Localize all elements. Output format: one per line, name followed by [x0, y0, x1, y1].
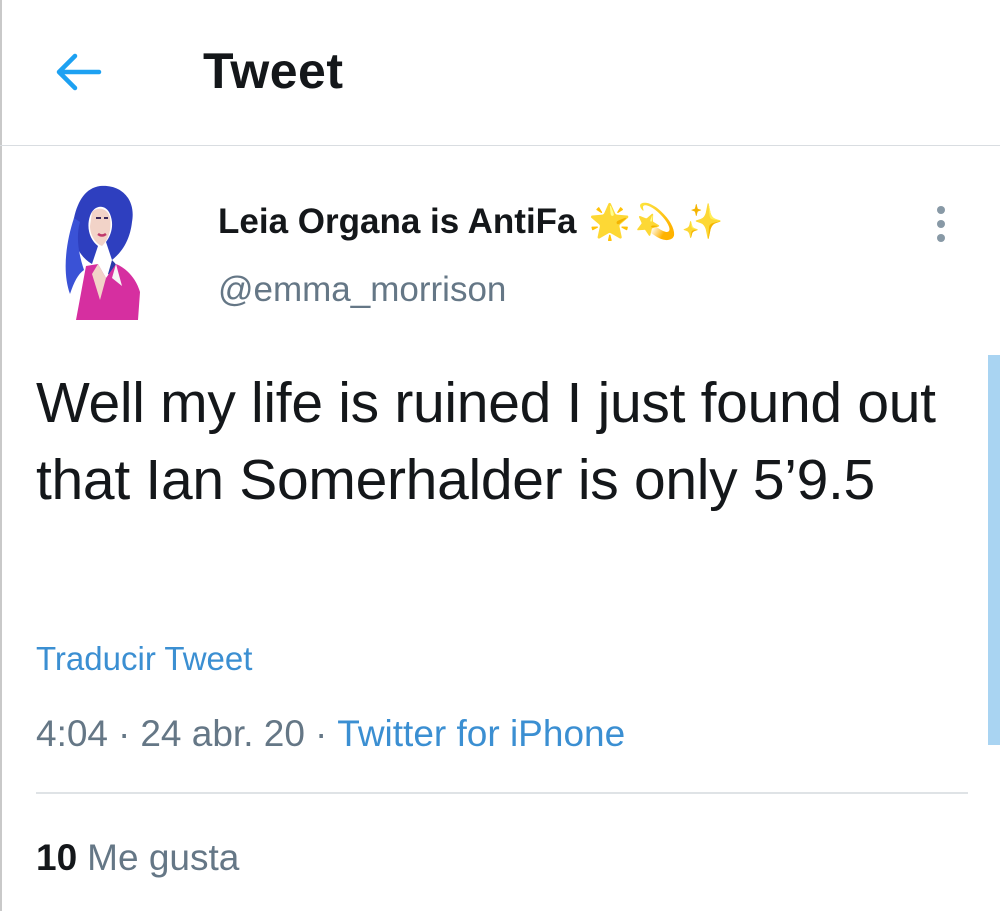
author-handle[interactable]: @emma_morrison: [218, 265, 506, 315]
tweet-date[interactable]: 24 abr. 20: [140, 713, 305, 754]
glowing-star-emoji-icon: 🌟: [588, 203, 631, 241]
ellipsis-dot: [937, 220, 945, 228]
name-emoji-group: 🌟 💫 ✨: [589, 197, 728, 247]
tweet-detail-screen: Tweet Leia Organa is AntiFa 🌟 💫 ✨ @emma_…: [0, 0, 1000, 911]
tweet-source-link[interactable]: Twitter for iPhone: [337, 713, 625, 754]
sparkles-emoji-icon: ✨: [681, 203, 724, 241]
vertical-ellipsis-icon: [937, 206, 945, 214]
meta-separator: ·: [118, 713, 131, 754]
likes-stat[interactable]: 10 Me gusta: [36, 832, 239, 884]
top-bar: Tweet: [0, 0, 1000, 146]
meta-separator: ·: [314, 713, 328, 754]
page-title: Tweet: [203, 43, 344, 99]
tweet-text: Well my life is ruined I just found out …: [36, 371, 936, 512]
translate-tweet-link[interactable]: Traducir Tweet: [36, 636, 252, 682]
likes-label: Me gusta: [87, 837, 240, 878]
more-options-button[interactable]: [926, 200, 956, 248]
avatar-portrait: [65, 185, 140, 320]
divider: [36, 792, 968, 794]
tweet-time[interactable]: 4:04: [36, 713, 108, 754]
avatar[interactable]: [56, 182, 148, 322]
scrollbar[interactable]: [988, 355, 1000, 745]
likes-count: 10: [36, 837, 78, 878]
author-display-name[interactable]: Leia Organa is AntiFa: [218, 197, 577, 247]
author-name-row[interactable]: Leia Organa is AntiFa 🌟 💫 ✨: [218, 197, 728, 247]
arrow-left-icon: [56, 53, 102, 91]
dizzy-emoji-icon: 💫: [634, 203, 678, 241]
tweet-meta: 4:04 · 24 abr. 20 · Twitter for iPhone: [36, 708, 625, 760]
back-button[interactable]: [50, 44, 106, 100]
ellipsis-dot: [937, 234, 945, 242]
